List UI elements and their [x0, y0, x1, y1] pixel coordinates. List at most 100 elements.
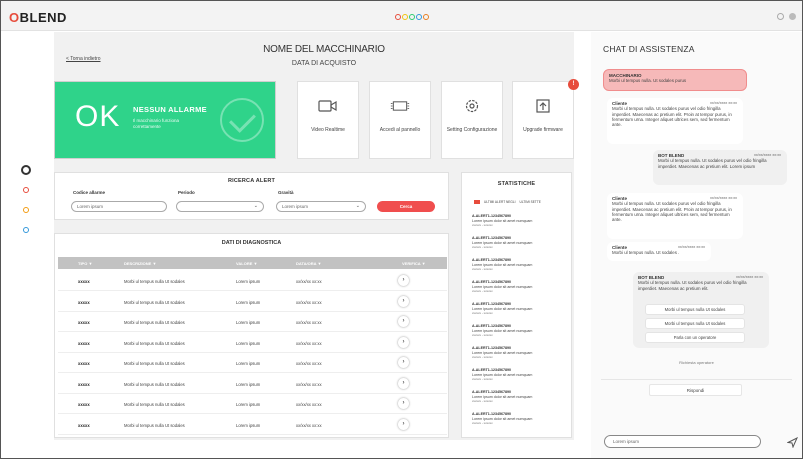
menu-icon[interactable]: [789, 13, 796, 20]
col-data[interactable]: DATA/ORA ▼: [296, 261, 321, 266]
chevron-down-icon: ⌄: [355, 203, 360, 209]
cell-desc: Morbi ul tempus nulla Ut sodales: [124, 361, 185, 366]
code-input[interactable]: Lorem ipsum: [71, 201, 167, 212]
chat-panel: CHAT DI ASSISTENZA MACCHINARIO Morbi ul …: [591, 32, 802, 458]
tile-settings[interactable]: Setting Configurazione: [441, 81, 503, 159]
cell-desc: Morbi ul tempus nulla Ut sodales: [124, 279, 185, 284]
notification-badge[interactable]: !: [568, 79, 579, 90]
verify-button[interactable]: ›: [398, 418, 409, 430]
verify-button[interactable]: ›: [398, 377, 409, 389]
stats-alert-item[interactable]: A-ALERT1-1234567890 Lorem ipsum dolor sit…: [472, 258, 564, 271]
verify-button[interactable]: ›: [398, 357, 409, 368]
tile-video-realtime[interactable]: Video Realtime: [297, 81, 359, 159]
verify-button[interactable]: ›: [398, 316, 409, 327]
divider: [601, 379, 792, 380]
stats-alert-item[interactable]: A-ALERT1-1234567890 Lorem ipsum dolor sit…: [472, 302, 564, 315]
upgrade-icon: [533, 98, 553, 114]
left-rail: [1, 32, 53, 458]
stats-alert-item[interactable]: A-ALERT1-1234567890 Lorem ipsum dolor sit…: [472, 346, 564, 359]
cell-valore: Lorem ipsum: [236, 279, 261, 284]
severity-label: Gravità: [278, 190, 294, 195]
alert-tag: xxxxxx - xxxxxx: [472, 223, 493, 227]
logo-ring-icon: [409, 14, 415, 20]
cell-valore: Lorem ipsum: [236, 381, 261, 387]
logo-ring-icon: [423, 14, 429, 20]
table-header: TIPO ▼ DESCRIZIONE ▼ VALORE ▼ DATA/ORA ▼…: [58, 257, 447, 269]
verify-button[interactable]: ›: [398, 295, 409, 307]
table-row: xxxxx Morbi ul tempus nulla Ut sodales Lor…: [58, 292, 447, 312]
cell-data: xx/xx/xx xx:xx: [296, 299, 322, 305]
stats-alert-item[interactable]: A-ALERT1-1234567890 Lorem ipsum dolor sit…: [472, 236, 564, 249]
col-valore[interactable]: VALORE ▼: [236, 261, 257, 266]
search-alert-card: RICERCA ALERT Codice allarme Lorem ipsum…: [54, 172, 449, 220]
check-icon: [220, 98, 264, 142]
tile-panel-access[interactable]: Accedi al pannello: [369, 81, 431, 159]
alert-tag: xxxxxx - xxxxxx: [472, 289, 493, 293]
alert-tag: xxxxxx - xxxxxx: [472, 311, 493, 315]
cell-tipo: xxxxx: [78, 361, 90, 366]
stats-alert-item[interactable]: A-ALERT1-1234567890 Lorem ipsum dolor sit…: [472, 280, 564, 293]
logo-ring-icon: [416, 14, 422, 20]
chat-option-button[interactable]: Morbi ul tempus nulla Ut sodales: [645, 318, 745, 329]
tile-label: Setting Configurazione: [446, 127, 498, 133]
operator-request-note: Richiesta operatore: [679, 360, 714, 365]
talk-to-operator-button[interactable]: Parla con un operatore: [645, 332, 745, 343]
table-row: xxxxx Morbi ul tempus nulla Ut sodales Lor…: [58, 394, 447, 414]
period-select[interactable]: ⌄: [176, 201, 264, 212]
stats-tab-1[interactable]: ULTIMI ALERT NEGLI: [484, 200, 516, 204]
settings-icon: [462, 98, 482, 114]
cell-data: xx/xx/xx xx:xx: [296, 320, 322, 325]
cell-tipo: xxxxx: [78, 402, 90, 407]
video-icon: [318, 98, 338, 114]
user-icon[interactable]: [777, 13, 784, 20]
chat-title: CHAT DI ASSISTENZA: [603, 44, 695, 54]
stats-alert-item[interactable]: A-ALERT1-1234567890 Lorem ipsum dolor sit…: [472, 412, 564, 425]
cell-valore: Lorem ipsum: [236, 340, 261, 346]
stats-alert-item[interactable]: A-ALERT1-1234567890 Lorem ipsum dolor sit…: [472, 324, 564, 337]
cell-tipo: xxxxx: [78, 381, 90, 387]
alert-tag: xxxxxx - xxxxxx: [472, 355, 493, 359]
cell-valore: Lorem ipsum: [236, 320, 261, 325]
orange-circle-icon[interactable]: [23, 207, 29, 213]
table-row: xxxxx Morbi ul tempus nulla Ut sodales Lor…: [58, 353, 447, 373]
red-circle-icon[interactable]: [23, 187, 29, 193]
top-bar: OBLEND: [1, 1, 802, 31]
code-label: Codice allarme: [73, 190, 106, 195]
top-icons: [777, 13, 796, 20]
severity-select[interactable]: Lorem ipsum ⌄: [276, 201, 366, 212]
logo[interactable]: OBLEND: [9, 10, 67, 25]
cell-valore: Lorem ipsum: [236, 361, 261, 366]
cell-desc: Morbi ul tempus nulla Ut sodales: [124, 320, 185, 325]
cell-valore: Lorem ipsum: [236, 299, 261, 305]
alert-tag: xxxxxx - xxxxxx: [472, 377, 493, 381]
col-descrizione[interactable]: DESCRIZIONE ▼: [124, 261, 156, 266]
chat-message: Cliente xx/xx/xxxx xx:xx Morbi ul tempus…: [607, 242, 711, 261]
verify-button[interactable]: ›: [398, 336, 409, 348]
stats-alert-item[interactable]: A-ALERT1-1234567890 Lorem ipsum dolor sit…: [472, 214, 564, 227]
logo-ring-icon: [402, 14, 408, 20]
stats-marker: [474, 200, 480, 204]
cell-data: xx/xx/xx xx:xx: [296, 340, 322, 346]
blue-circle-icon[interactable]: [23, 227, 29, 233]
verify-button[interactable]: ›: [398, 275, 409, 286]
alert-tag: xxxxxx - xxxxxx: [472, 421, 493, 425]
chat-message: BOT BLEND xx/xx/xxxx xx:xx Morbi ul temp…: [653, 150, 787, 185]
col-tipo[interactable]: TIPO ▼: [78, 261, 92, 266]
logo-ring-icon: [395, 14, 401, 20]
col-verifica[interactable]: VERIFICA ▼: [402, 261, 426, 266]
reply-button[interactable]: Rispondi: [649, 384, 742, 396]
chat-option-button[interactable]: Morbi ul tempus nulla Ut sodales: [645, 304, 745, 315]
circle-icon[interactable]: [21, 165, 31, 175]
stats-alert-item[interactable]: A-ALERT1-1234567890 Lorem ipsum dolor sit…: [472, 368, 564, 381]
send-icon[interactable]: [786, 436, 799, 451]
tile-label: Upgrade firmware: [523, 127, 563, 133]
stats-tab-2[interactable]: ULTIMI SETTE: [520, 200, 541, 204]
search-button[interactable]: Cerca: [377, 201, 435, 212]
chat-input[interactable]: Lorem ipsum: [604, 435, 761, 448]
cell-desc: Morbi ul tempus nulla Ut sodales: [124, 422, 185, 428]
table-row: xxxxx Morbi ul tempus nulla Ut sodales Lor…: [58, 312, 447, 332]
cell-tipo: xxxxx: [78, 320, 90, 325]
tile-upgrade-firmware[interactable]: Upgrade firmware: [512, 81, 574, 159]
stats-alert-item[interactable]: A-ALERT1-1234567890 Lorem ipsum dolor sit…: [472, 390, 564, 403]
verify-button[interactable]: ›: [398, 398, 409, 409]
